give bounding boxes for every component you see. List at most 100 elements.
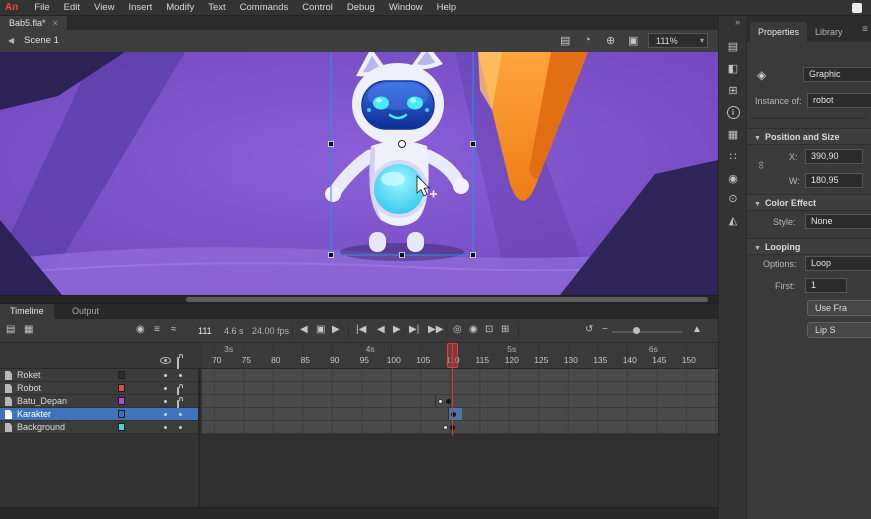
- symbol-type-dropdown[interactable]: Graphic ▾: [803, 67, 871, 82]
- menu-help[interactable]: Help: [430, 0, 464, 16]
- x-position-field[interactable]: 390,90: [805, 149, 863, 164]
- document-tab[interactable]: Bab5.fla* ×: [0, 16, 68, 30]
- layer-row-karakter[interactable]: Karakter: [0, 408, 198, 421]
- layer-color-swatch[interactable]: [118, 410, 125, 418]
- frame-ruler[interactable]: 3s 4s 5s 6s 70 75 80 85 90 95 100 105 11…: [202, 343, 718, 368]
- zoom-in-frames-icon[interactable]: ▲: [692, 324, 702, 336]
- layer-color-swatch[interactable]: [118, 423, 125, 431]
- layer-name[interactable]: Batu_Depan: [17, 396, 67, 406]
- layer-row-robot[interactable]: Robot: [0, 382, 198, 395]
- modify-markers-icon[interactable]: ⊞: [501, 324, 509, 336]
- workspace-icon[interactable]: [852, 3, 862, 13]
- swatches-panel-icon[interactable]: ▦: [719, 128, 747, 141]
- menu-edit[interactable]: Edit: [57, 0, 87, 16]
- step-back-icon[interactable]: ◀: [300, 324, 308, 336]
- app-logo[interactable]: An: [5, 2, 18, 13]
- go-last-icon[interactable]: ▶▶: [428, 324, 443, 336]
- layer-color-swatch[interactable]: [118, 397, 125, 405]
- frame-row-karakter[interactable]: [202, 408, 718, 421]
- frame-row-batu-depan[interactable]: [202, 395, 718, 408]
- center-stage-icon[interactable]: ⊕: [606, 34, 615, 47]
- width-field[interactable]: 180,95: [805, 173, 863, 188]
- layer-lock-dot[interactable]: [179, 413, 182, 416]
- layer-row-batu-depan[interactable]: Batu_Depan: [0, 395, 198, 408]
- panel-menu-icon[interactable]: ≡: [862, 24, 868, 35]
- menu-commands[interactable]: Commands: [233, 0, 296, 16]
- camera-panel-icon[interactable]: ◉: [719, 172, 747, 185]
- stage[interactable]: [0, 52, 718, 295]
- layer-color-swatch[interactable]: [118, 371, 125, 379]
- scene-name[interactable]: Scene 1: [24, 35, 59, 46]
- frame-size-slider-knob[interactable]: [633, 327, 640, 334]
- motion-editor-icon[interactable]: ◭: [719, 214, 747, 227]
- instance-name-field[interactable]: robot: [807, 93, 871, 108]
- blank-keyframe-dot[interactable]: [438, 399, 443, 404]
- chain-link-icon[interactable]: ∞: [755, 161, 767, 169]
- menu-text[interactable]: Text: [201, 0, 232, 16]
- onion-outlines-icon[interactable]: ◉: [469, 324, 478, 336]
- stage-horizontal-scrollbar[interactable]: [0, 295, 718, 303]
- menu-modify[interactable]: Modify: [159, 0, 201, 16]
- edit-scene-icon[interactable]: ▤: [560, 34, 570, 47]
- use-frame-picker-button[interactable]: Use Fra: [807, 300, 871, 316]
- color-panel-icon[interactable]: ∷: [719, 150, 747, 163]
- zoom-level-select[interactable]: 111% ▾: [648, 33, 708, 48]
- tab-output[interactable]: Output: [62, 304, 109, 319]
- layer-row-roket[interactable]: Roket: [0, 369, 198, 382]
- properties-panel-icon[interactable]: ▤: [719, 40, 747, 53]
- clip-content-icon[interactable]: ▣: [628, 34, 638, 47]
- close-icon[interactable]: ×: [53, 18, 58, 28]
- lip-syncing-button[interactable]: Lip S: [807, 322, 871, 338]
- frame-row-robot[interactable]: [202, 382, 718, 395]
- first-frame-field[interactable]: 1: [805, 278, 847, 293]
- menu-window[interactable]: Window: [382, 0, 430, 16]
- prev-keyframe-icon[interactable]: ◀: [377, 324, 385, 336]
- tab-library[interactable]: Library: [807, 22, 851, 42]
- section-looping[interactable]: ▼Looping: [747, 238, 871, 255]
- menu-insert[interactable]: Insert: [121, 0, 159, 16]
- section-position-and-size[interactable]: ▼Position and Size: [747, 128, 871, 145]
- stage-canvas[interactable]: [0, 52, 718, 295]
- layer-visibility-dot[interactable]: [164, 413, 167, 416]
- tab-properties[interactable]: Properties: [750, 22, 807, 42]
- current-frame-value[interactable]: 111: [198, 326, 212, 336]
- collapse-panels-icon[interactable]: »: [735, 17, 740, 27]
- timeline-bottom-scrollbar[interactable]: [0, 507, 718, 519]
- layer-lock-dot[interactable]: [179, 426, 182, 429]
- layer-visibility-dot[interactable]: [164, 400, 167, 403]
- menu-view[interactable]: View: [87, 0, 121, 16]
- layer-color-swatch[interactable]: [118, 384, 125, 392]
- layer-name[interactable]: Karakter: [17, 409, 51, 419]
- frame-size-slider[interactable]: [612, 331, 682, 333]
- edit-multiple-frames-icon[interactable]: ⊡: [485, 324, 493, 336]
- menu-file[interactable]: File: [27, 0, 56, 16]
- layer-lock-dot[interactable]: [179, 374, 182, 377]
- layer-name[interactable]: Robot: [17, 383, 41, 393]
- keyframe-dot[interactable]: [446, 399, 451, 404]
- history-panel-icon[interactable]: ⊙: [719, 192, 747, 205]
- eye-icon[interactable]: [160, 357, 171, 364]
- loop-options-dropdown[interactable]: Loop ▾: [805, 256, 871, 271]
- zoom-out-frames-icon[interactable]: −: [602, 324, 608, 336]
- layer-visibility-dot[interactable]: [164, 374, 167, 377]
- back-arrow-icon[interactable]: ◀: [8, 36, 14, 45]
- step-forward-icon[interactable]: ▶: [332, 324, 340, 336]
- layer-name[interactable]: Roket: [17, 370, 41, 380]
- insert-layer-icon[interactable]: ▤: [6, 324, 15, 336]
- edit-symbols-icon[interactable]: ◔: [584, 34, 591, 46]
- library-panel-icon[interactable]: ◧: [719, 62, 747, 75]
- frame-row-background[interactable]: [202, 421, 718, 434]
- layer-name[interactable]: Background: [17, 422, 65, 432]
- show-layers-icon[interactable]: ≡: [154, 324, 160, 336]
- layer-visibility-dot[interactable]: [164, 426, 167, 429]
- timeline-frame-grid[interactable]: [202, 369, 718, 434]
- tab-timeline[interactable]: Timeline: [0, 304, 54, 319]
- style-dropdown[interactable]: None ▾: [805, 214, 871, 229]
- blank-keyframe-dot[interactable]: [443, 425, 448, 430]
- stop-icon[interactable]: ▣: [316, 324, 325, 336]
- playhead-line[interactable]: [452, 343, 453, 436]
- menu-debug[interactable]: Debug: [340, 0, 382, 16]
- frame-row-roket[interactable]: [202, 369, 718, 382]
- reset-timeline-zoom-icon[interactable]: ↺: [585, 324, 593, 336]
- camera-icon[interactable]: ◉: [136, 324, 145, 336]
